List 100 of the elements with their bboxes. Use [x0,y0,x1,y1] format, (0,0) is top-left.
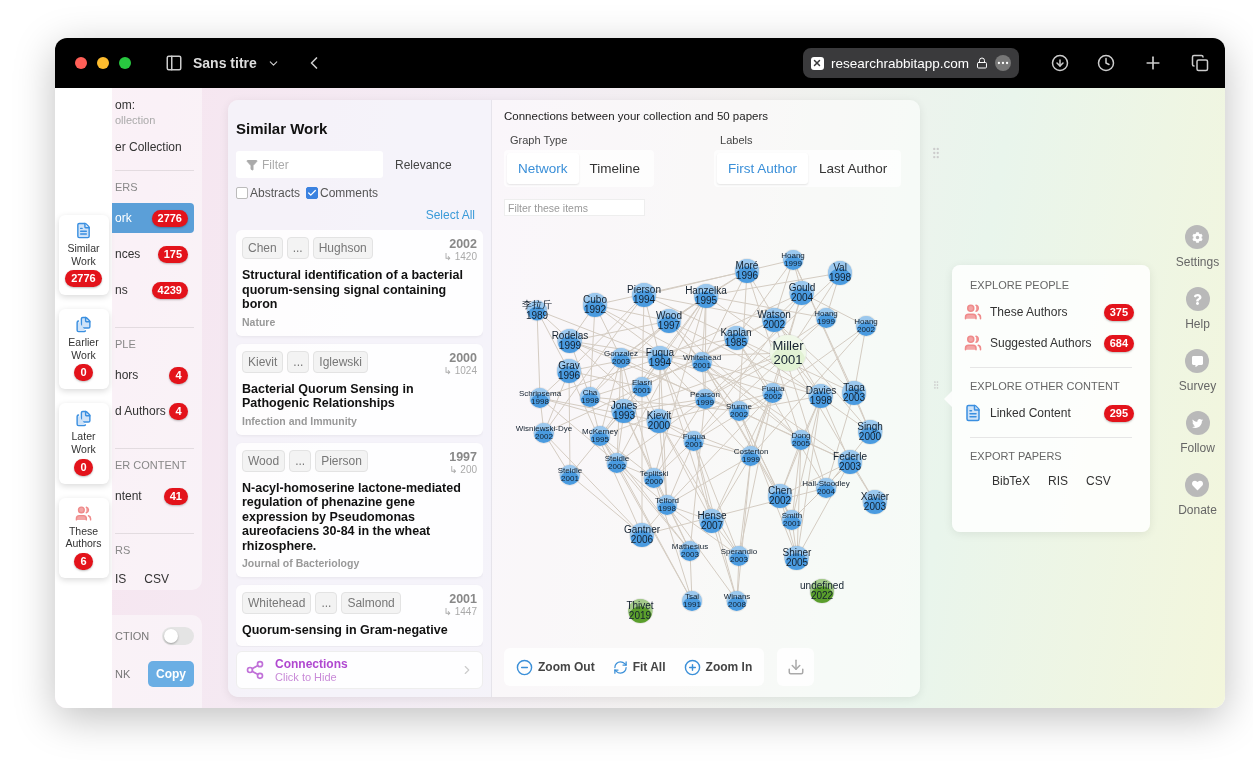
strip-card[interactable]: Similar Work 2776 [58,215,109,296]
checkbox[interactable] [306,187,318,199]
author-chip[interactable]: Wood [242,449,286,472]
clock-icon[interactable] [1097,54,1115,72]
tabs-overview-icon[interactable] [1191,54,1209,72]
graph-node[interactable]: Dong 2005 [791,430,811,450]
author-chip[interactable]: Chen [242,237,283,259]
rail-label[interactable]: Help [1185,317,1210,331]
rail-label[interactable]: Settings [1175,255,1220,269]
graph-node[interactable]: Fuqua 1994 [645,346,675,370]
drag-handle-icon[interactable] [931,380,941,390]
author-chip[interactable]: Kievit [242,350,284,373]
more-authors-chip[interactable]: ... [289,449,312,472]
more-authors-chip[interactable]: ... [286,237,309,259]
nav-item[interactable]: d Authors 4 [112,396,194,426]
graph-node[interactable]: Hoang 1999 [781,250,805,270]
graph-node[interactable]: Watson 2002 [757,308,791,332]
author-chip[interactable]: Hughson [312,237,373,259]
graph-node[interactable]: Elasri 2001 [632,377,652,397]
graph-node[interactable]: Wood 1997 [656,309,682,333]
segment-tab[interactable]: Network [507,153,579,184]
toolbar-button[interactable]: Zoom In [677,658,759,676]
author-chip[interactable]: Pierson [315,449,368,472]
export-link[interactable]: CSV [144,572,170,586]
graph-node[interactable]: Pierson 1994 [627,283,661,307]
graph-node[interactable]: Federle 2003 [833,450,867,474]
menu-item[interactable]: Linked Content 295 [964,404,1138,422]
menu-item[interactable]: Suggested Authors 684 [964,334,1138,352]
graph-node[interactable]: Rodelas 1999 [551,329,589,353]
graph-node[interactable]: Fuqua 2002 [761,383,785,403]
menu-item[interactable]: These Authors 375 [964,303,1138,321]
paper-card[interactable]: Kievit ... Iglewski 2000 ↳ 1024 Bacterial Quorum Sensing in Pathogenic Relationships Infection and Immunity [236,343,483,435]
nav-item[interactable]: nces 175 [112,239,194,269]
graph-node[interactable]: Gonzalez 2003 [604,348,638,368]
filter-field[interactable]: Filter [236,151,383,178]
graph-node[interactable]: Cubo 1992 [583,293,607,317]
rail-label[interactable]: Follow [1180,441,1215,455]
graph-node[interactable]: Hense 2007 [697,509,727,533]
checkbox[interactable] [236,187,248,199]
graph-node[interactable]: Sturme 2002 [726,401,752,421]
graph-node[interactable]: Chen 2002 [768,484,792,508]
tab-group-title[interactable]: Sans titre [193,55,257,71]
author-chip[interactable]: Iglewski [313,350,369,373]
other-collection-link[interactable]: er Collection [115,140,194,154]
graph-node[interactable]: Whitehead 2001 [682,352,722,372]
graph-node[interactable]: Sperandio 2003 [720,546,758,566]
graph-node[interactable]: Moré 1996 [735,259,759,283]
graph-node[interactable]: Hoang 1999 [814,308,838,328]
paper-card[interactable]: Chen ... Hughson 2002 ↳ 1420 Structural identification of a bacterial quorum-sensing signal containing boron Nature [236,230,483,336]
author-chip[interactable]: Whitehead [242,592,312,614]
graph-node[interactable]: Hall-Stoodley 2004 [802,478,850,498]
address-bar[interactable]: researchrabbitapp.com [803,48,1019,78]
graph-node[interactable]: Xavier 2003 [860,490,890,514]
download-icon[interactable] [1051,54,1069,72]
close-button[interactable] [75,57,87,69]
segment-tab[interactable]: Timeline [578,153,652,184]
graph-node[interactable]: Cha 1998 [580,387,600,407]
minimize-button[interactable] [97,57,109,69]
graph-node[interactable]: Grav 1996 [557,359,581,383]
more-authors-chip[interactable]: ... [287,350,310,373]
connections-bar[interactable]: Connections Click to Hide [236,651,483,689]
graph-node[interactable]: Miller 2001 [770,335,806,371]
segment-tab[interactable]: First Author [717,153,809,184]
export-link[interactable]: BibTeX [992,474,1031,488]
strip-card[interactable]: These Authors 6 [58,497,109,578]
graph-node[interactable]: Pearson 1999 [690,389,720,409]
graph-node[interactable]: Steidle 2001 [557,465,583,485]
export-link[interactable]: CSV [1086,474,1111,488]
graph-node[interactable]: Costerton 1999 [733,446,769,466]
graph-node[interactable]: McKerney 1995 [582,426,618,446]
graph-node[interactable]: Teplitski 2000 [639,468,669,488]
paper-card[interactable]: Wood ... Pierson 1997 ↳ 200 N-acyl-homoserine lactone-mediated regulation of phenazine gene expression by Pseudomonas aureofaciens 30-84 in the wheat rhizosphere. Journal of Bacteriology [236,442,483,577]
zoom-button[interactable] [119,57,131,69]
graph-node[interactable]: Steidle 2002 [604,453,630,473]
graph-node[interactable]: Davies 1998 [805,384,837,408]
graph-node[interactable]: Hanzelka 1995 [685,284,727,308]
more-icon[interactable] [995,55,1011,71]
segment-tab[interactable]: Last Author [808,153,899,184]
nav-item[interactable]: hors 4 [112,360,194,390]
graph-node[interactable]: Shiner 2005 [782,546,812,570]
graph-node[interactable]: Val 1998 [828,261,852,285]
graph-node[interactable]: Winans 2008 [723,591,751,611]
graph-node[interactable]: Tsai 1991 [682,591,702,611]
graph-node[interactable]: Kaplan 1985 [720,326,752,350]
graph-node[interactable]: Wisniewski-Dye 2002 [515,423,573,443]
more-authors-chip[interactable]: ... [315,592,338,614]
sidebar-icon[interactable] [165,54,183,72]
rail-label[interactable]: Survey [1178,379,1217,393]
export-link[interactable]: IS [115,572,127,586]
toolbar-button[interactable]: Fit All [606,659,672,675]
nav-item[interactable]: ns 4239 [112,275,194,305]
rail-label[interactable]: Donate [1178,503,1217,517]
filter-field[interactable]: Filter these items [504,199,645,216]
graph-node[interactable]: Jones 1993 [610,399,638,423]
graph-node[interactable]: Singh 2000 [857,420,883,444]
graph-node[interactable]: Gantner 2006 [623,523,661,547]
graph-node[interactable]: Gould 2004 [788,281,816,305]
graph-node[interactable]: Schripsema 1998 [518,388,562,408]
graph-node[interactable]: Mathesius 2003 [671,541,709,561]
strip-card[interactable]: Earlier Work 0 [58,309,109,390]
